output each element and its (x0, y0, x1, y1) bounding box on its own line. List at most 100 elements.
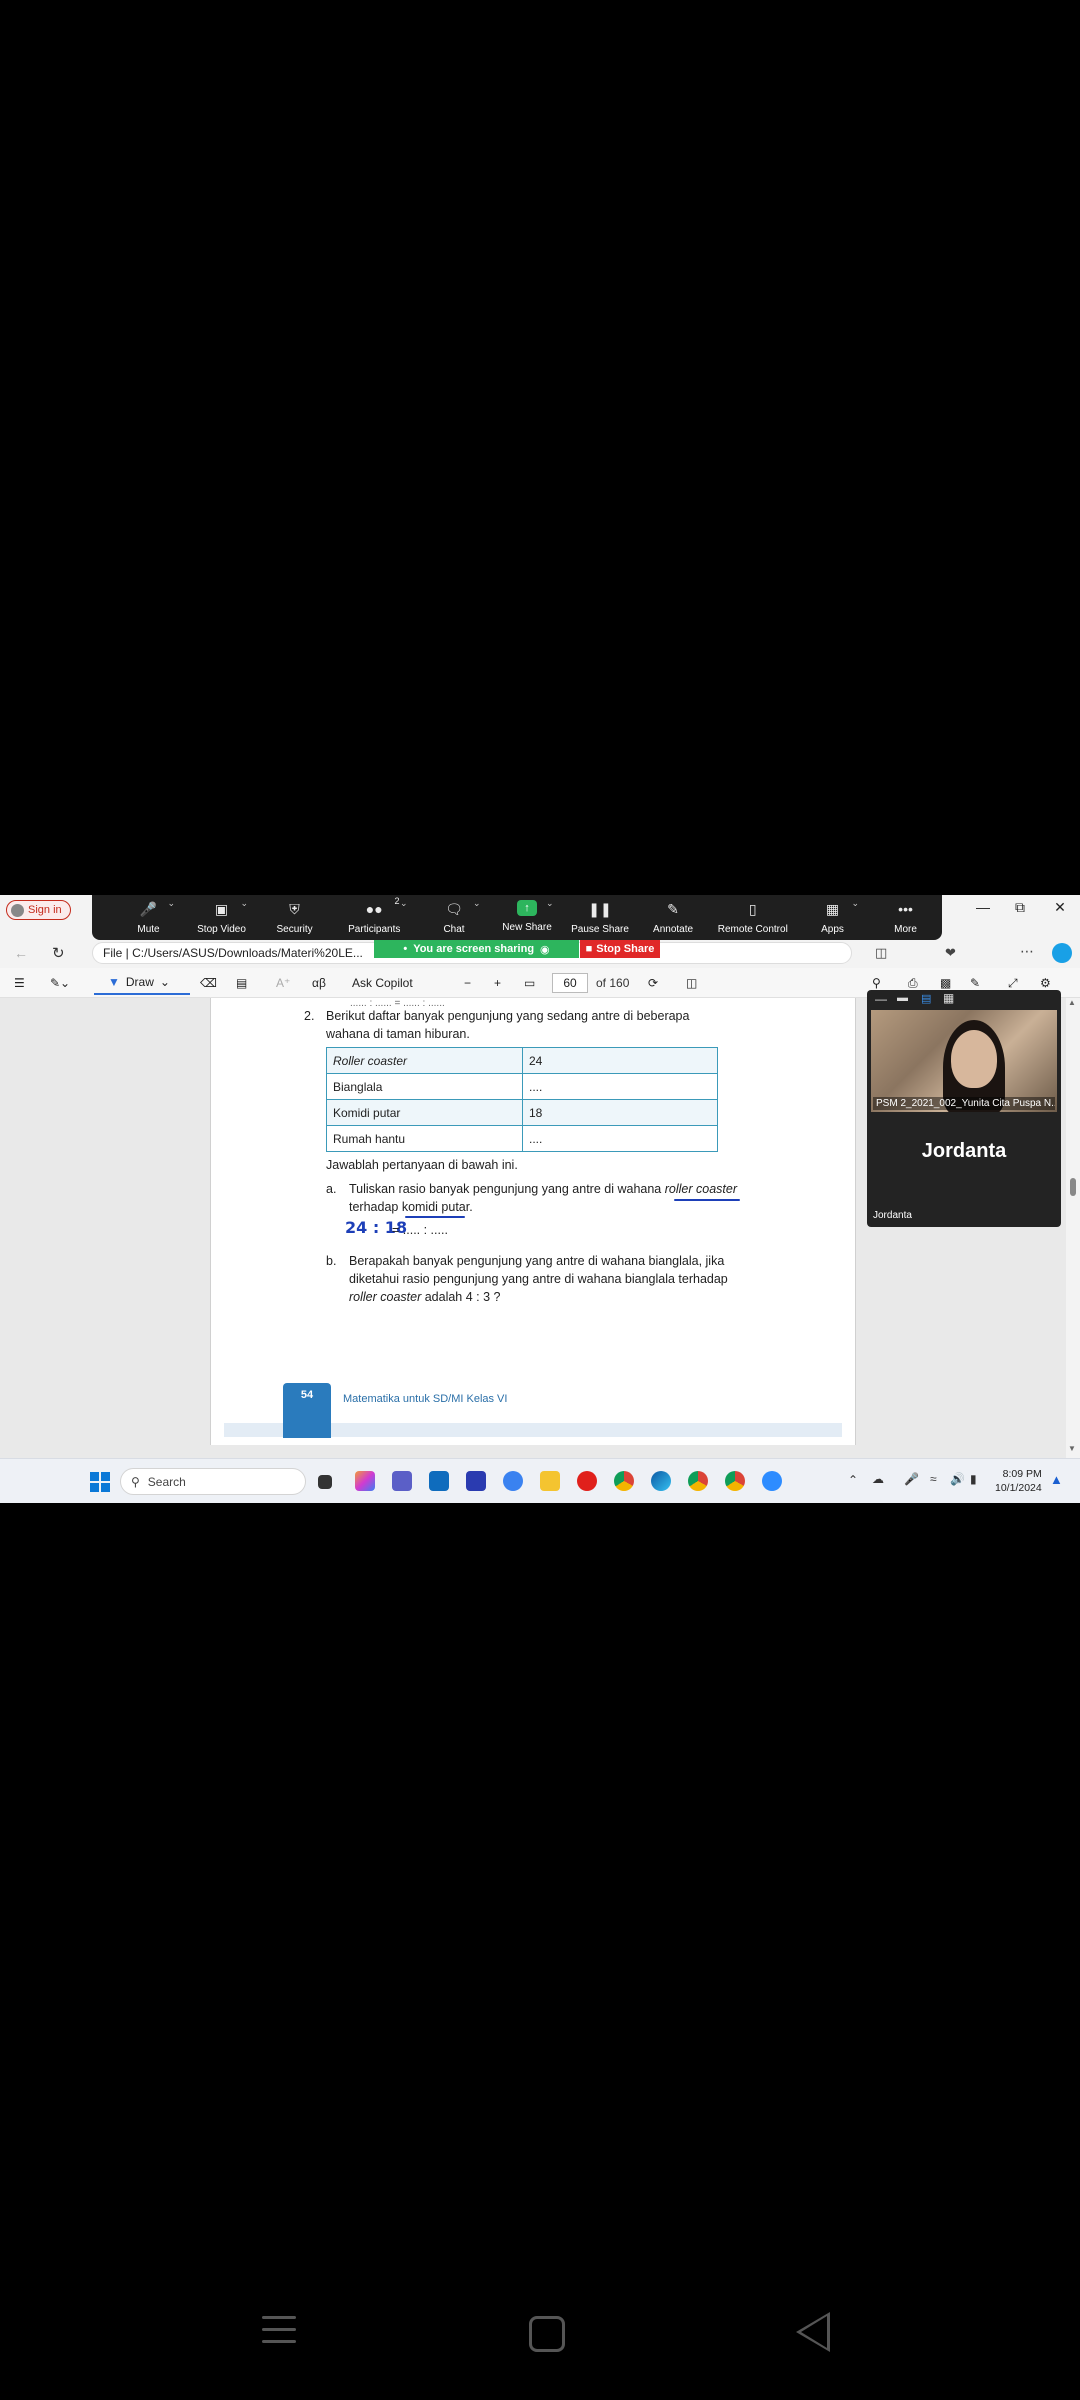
apps-icon: ▦ (825, 900, 840, 917)
teams-icon[interactable] (392, 1471, 412, 1491)
taskbar-search[interactable]: ⚲ Search (120, 1468, 306, 1495)
restore-icon[interactable]: ⧉ (1000, 899, 1040, 916)
highlight-icon[interactable]: ✎⌄ (50, 974, 70, 992)
collections-icon[interactable]: ❤ (945, 945, 956, 961)
shield-check-icon: ◉ (540, 943, 550, 956)
eraser-icon[interactable]: ⌫ (200, 974, 217, 992)
chat-button[interactable]: 🗨 ⌄ Chat (418, 895, 491, 940)
participants-count: 2 (394, 896, 400, 906)
start-tile (101, 1472, 110, 1481)
chrome-profile-icon[interactable] (688, 1471, 708, 1491)
edge-icon[interactable] (651, 1471, 671, 1491)
chevron-up-icon[interactable]: ⌃ (848, 1473, 858, 1487)
text-box-icon[interactable]: ▤ (236, 974, 247, 992)
back-icon[interactable]: ← (14, 945, 28, 961)
home-button[interactable] (529, 2316, 565, 2352)
remote-control-button[interactable]: ▯ Remote Control (710, 895, 796, 940)
settings-app-icon[interactable] (503, 1471, 523, 1491)
zoom-out-icon[interactable]: − (464, 974, 471, 992)
annotate-button[interactable]: ✎ Annotate (637, 895, 710, 940)
scroll-down-icon[interactable]: ▼ (1068, 1444, 1076, 1453)
instruction-text: Jawablah pertanyaan di bawah ini. (326, 1158, 518, 1172)
split-screen-icon[interactable]: ◫ (875, 945, 887, 961)
draw-button[interactable]: ▼ Draw ⌄ (94, 971, 190, 995)
fit-page-icon[interactable]: ▭ (524, 974, 535, 992)
microphone-icon[interactable]: 🎤 (904, 1472, 919, 1486)
wifi-icon[interactable]: ≈ (930, 1472, 937, 1486)
opera-icon[interactable] (577, 1471, 597, 1491)
volume-icon[interactable]: 🔊 (950, 1472, 965, 1486)
pause-share-button[interactable]: ❚❚ Pause Share (564, 895, 637, 940)
chevron-down-icon[interactable]: ⌄ (851, 898, 859, 909)
chevron-down-icon[interactable]: ⌄ (473, 898, 481, 909)
start-tile (101, 1483, 110, 1492)
security-button[interactable]: ⛨ Security (258, 895, 331, 940)
outlook-icon[interactable] (429, 1471, 449, 1491)
chevron-down-icon[interactable]: ⌄ (546, 898, 554, 909)
battery-icon[interactable]: ▮ (970, 1472, 977, 1486)
zoom-app-icon[interactable] (762, 1471, 782, 1491)
settings-more-icon[interactable]: ⋯ (1020, 943, 1034, 960)
page-view-icon[interactable]: ◫ (686, 974, 697, 992)
clock-date: 10/1/2024 (995, 1482, 1042, 1494)
sign-in-button[interactable]: Sign in (6, 900, 71, 920)
stop-video-button[interactable]: ▣ ⌄ Stop Video (185, 895, 258, 940)
close-icon[interactable]: ✕ (1040, 899, 1080, 916)
menu-line (262, 2328, 296, 2331)
page-number-input[interactable]: 60 (552, 973, 588, 993)
participant-video[interactable]: PSM 2_2021_002_Yunita Cita Puspa N... (871, 1010, 1057, 1112)
part-a-label: a. (326, 1182, 337, 1196)
minimize-panel-icon[interactable]: — (875, 992, 887, 1006)
cloud-icon[interactable]: ☁ (872, 1472, 884, 1486)
video-camera-icon: ▣ (214, 900, 229, 917)
draw-pen-icon: ▼ (108, 975, 120, 989)
question-text-line2: wahana di taman hiburan. (326, 1027, 470, 1041)
scroll-up-icon[interactable]: ▲ (1068, 998, 1076, 1007)
taskbar-clock[interactable]: 8:09 PM 10/1/2024 (995, 1467, 1042, 1495)
chevron-down-icon[interactable]: ⌄ (167, 898, 175, 909)
windows-taskbar: ⚲ Search ⌃ ☁ 🎤 ≈ 🔊 ▮ 8:09 PM 10/1/2024 ▲ (0, 1458, 1080, 1503)
chevron-down-icon[interactable]: ⌄ (240, 898, 248, 909)
participant-caption: PSM 2_2021_002_Yunita Cita Puspa N... (873, 1097, 1055, 1110)
question-text-line1: Berikut daftar banyak pengunjung yang se… (326, 1009, 690, 1023)
ask-copilot-button[interactable]: Ask Copilot (352, 974, 413, 992)
hide-video-icon[interactable]: ▬ (897, 992, 908, 1004)
scroll-thumb[interactable] (1070, 1178, 1076, 1196)
stop-share-button[interactable]: ■ Stop Share (580, 940, 660, 958)
stop-icon: ■ (585, 943, 593, 955)
table-cell: 18 (522, 1099, 718, 1126)
translate-icon[interactable]: αβ (312, 974, 326, 992)
share-icon: ↑ (517, 900, 538, 916)
more-icon: ••• (898, 901, 913, 917)
chrome-icon[interactable] (614, 1471, 634, 1491)
gallery-view-icon[interactable]: ▦ (943, 991, 954, 1005)
zoom-in-icon[interactable]: + (494, 974, 501, 992)
chrome-profile-icon[interactable] (725, 1471, 745, 1491)
clock-time: 8:09 PM (1002, 1468, 1042, 1480)
zoom-video-panel: — ▬ ▤ ▦ PSM 2_2021_002_Yunita Cita Puspa… (867, 990, 1061, 1227)
new-share-button[interactable]: ↑ ⌄ New Share (491, 895, 564, 940)
chat-icon: 🗨 (445, 900, 463, 917)
recent-apps-button[interactable] (262, 2316, 296, 2352)
sharing-indicator-icon: • (403, 943, 408, 955)
copilot-icon[interactable] (1052, 943, 1072, 963)
vertical-scrollbar[interactable]: ▲ ▼ (1066, 998, 1080, 1458)
file-explorer-icon[interactable] (540, 1471, 560, 1491)
read-aloud-icon[interactable]: A⁺ (276, 974, 290, 992)
speaker-view-icon[interactable]: ▤ (921, 992, 931, 1005)
task-view-icon[interactable] (318, 1475, 332, 1489)
contents-icon[interactable]: ☰ (14, 974, 25, 992)
more-button[interactable]: ••• More (869, 895, 942, 940)
rotate-icon[interactable]: ⟳ (648, 974, 658, 992)
chevron-down-icon[interactable]: ⌄ (400, 898, 408, 909)
table-row: Bianglala .... (326, 1073, 718, 1100)
windows-start-icon[interactable] (90, 1472, 110, 1492)
copilot-app-icon[interactable] (355, 1471, 375, 1491)
minimize-icon[interactable]: — (963, 899, 1003, 915)
office-app-icon[interactable] (466, 1471, 486, 1491)
apps-button[interactable]: ▦ ⌄ Apps (796, 895, 869, 940)
notification-bell-icon[interactable]: ▲ (1050, 1472, 1063, 1487)
participants-button[interactable]: ●● 2 ⌄ Participants (331, 895, 417, 940)
refresh-icon[interactable]: ↻ (52, 944, 65, 962)
mute-button[interactable]: 🎤 ⌄ Mute (112, 895, 185, 940)
